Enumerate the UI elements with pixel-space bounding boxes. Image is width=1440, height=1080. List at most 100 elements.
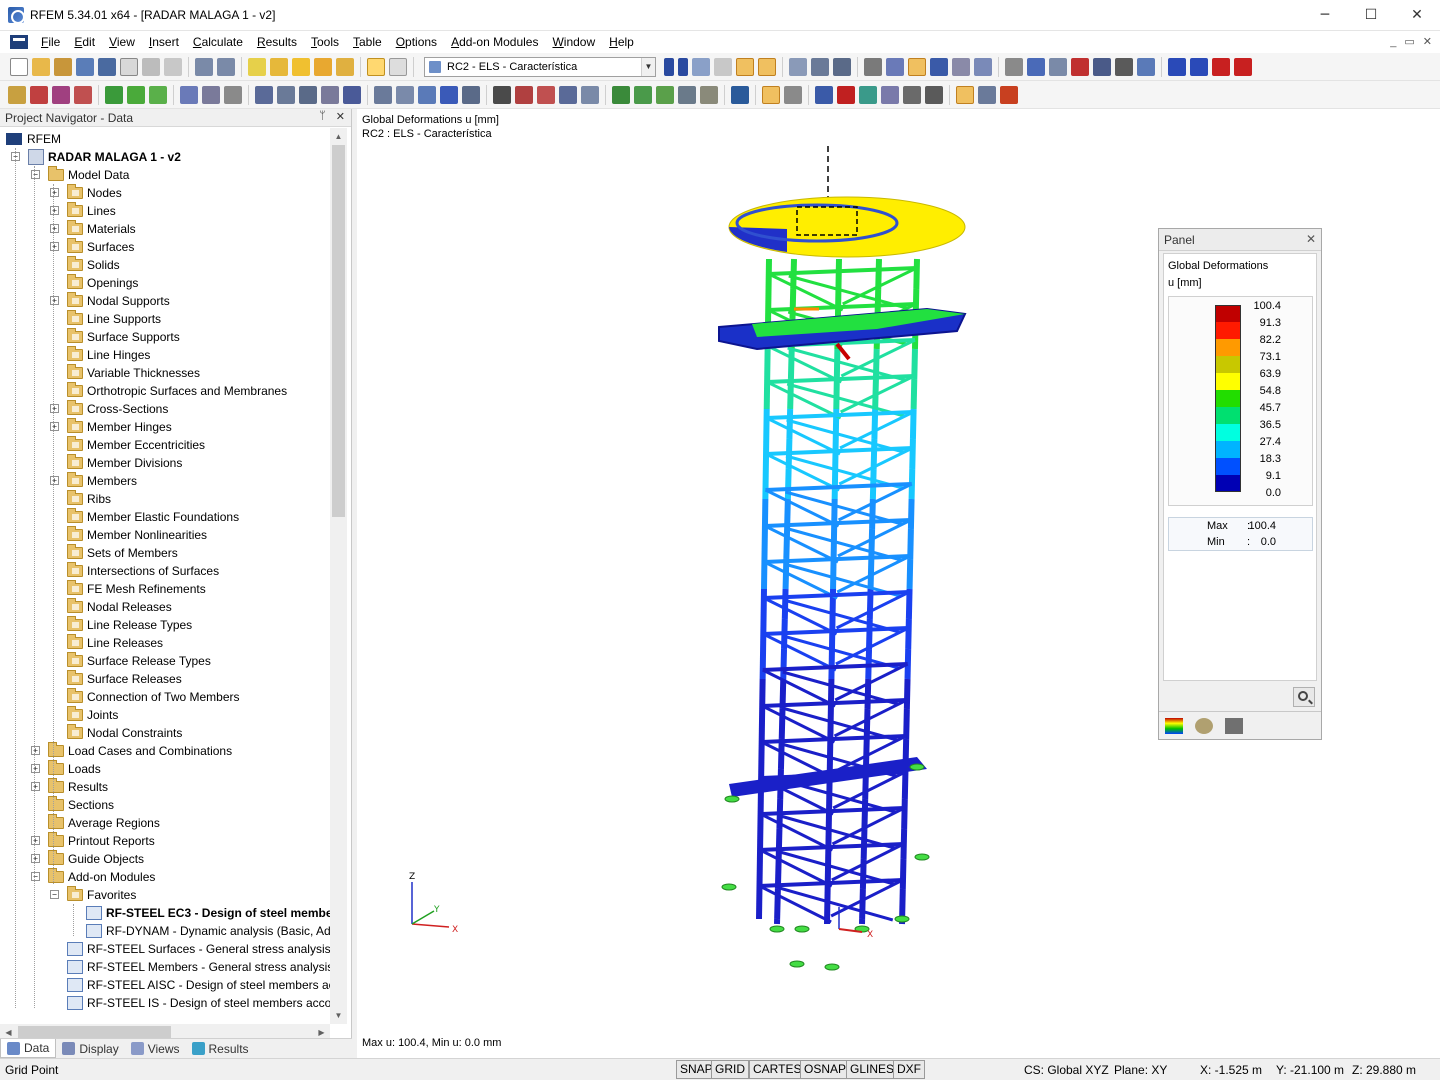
tree-item[interactable]: + Load Cases and Combinations <box>31 742 232 760</box>
menu-results[interactable]: Results <box>250 31 304 53</box>
delete-icon[interactable] <box>1071 57 1089 76</box>
deformation-icon[interactable] <box>736 57 754 76</box>
tree-item[interactable]: − Favorites <box>50 886 136 904</box>
tree-item[interactable]: Line Release Types <box>67 616 192 634</box>
expand-icon[interactable]: + <box>50 422 59 431</box>
tab-display[interactable]: Display <box>56 1039 124 1058</box>
find-icon[interactable] <box>270 57 288 76</box>
expand-icon[interactable]: + <box>50 296 59 305</box>
menu-options[interactable]: Options <box>389 31 444 53</box>
tree-item[interactable]: Joints <box>67 706 118 724</box>
values-icon[interactable] <box>903 85 921 104</box>
menu-file[interactable]: File <box>34 31 67 53</box>
glines-toggle[interactable]: GLINES <box>846 1060 899 1079</box>
filter-icon[interactable] <box>493 85 511 104</box>
tree-item[interactable]: RF-STEEL Members - General stress analys… <box>67 958 330 976</box>
new-line-icon[interactable] <box>30 85 48 104</box>
expand-icon[interactable]: + <box>31 782 40 791</box>
expand-icon[interactable]: + <box>50 188 59 197</box>
table-icon[interactable] <box>925 85 943 104</box>
collapse-icon[interactable]: − <box>31 872 40 881</box>
tree-item[interactable]: + Member Hinges <box>50 418 172 436</box>
display-icon[interactable] <box>255 85 273 104</box>
export-icon[interactable] <box>1168 57 1186 76</box>
next-load-case-icon[interactable] <box>678 57 688 76</box>
undo-icon[interactable] <box>195 57 213 76</box>
view-zoom-all-icon[interactable] <box>908 57 926 76</box>
tree-item[interactable]: Surface Supports <box>67 328 180 346</box>
printout-report-icon[interactable] <box>120 57 138 76</box>
menu-edit[interactable]: Edit <box>67 31 102 53</box>
tree-item[interactable]: + Results <box>31 778 108 796</box>
grid-icon[interactable] <box>462 85 480 104</box>
max-min-icon[interactable] <box>758 57 776 76</box>
tree-item[interactable]: Member Nonlinearities <box>67 526 207 544</box>
zoom-window-icon[interactable] <box>515 85 533 104</box>
new-constraint-icon[interactable] <box>656 85 674 104</box>
result-diagram-icon[interactable] <box>731 85 749 104</box>
color-legend[interactable]: 100.4 91.3 82.2 73.1 63.9 54.8 45.7 36.5 27.4 18.… <box>1168 296 1313 506</box>
tower-frame[interactable] <box>756 258 920 925</box>
tree-item[interactable]: + Lines <box>50 202 116 220</box>
tree-item[interactable]: Solids <box>67 256 120 274</box>
expand-icon[interactable]: + <box>50 224 59 233</box>
new-surface-icon[interactable] <box>74 85 92 104</box>
menu-table[interactable]: Table <box>346 31 389 53</box>
tree-item[interactable]: Orthotropic Surfaces and Membranes <box>67 382 287 400</box>
close-button[interactable]: ✕ <box>1394 0 1440 30</box>
frame-icon[interactable] <box>833 57 851 76</box>
previous-load-case-icon[interactable] <box>664 57 674 76</box>
tree-item[interactable]: RF-STEEL AISC - Design of steel members … <box>67 976 330 994</box>
scroll-down-icon[interactable]: ▼ <box>330 1007 347 1024</box>
pdf-print-icon[interactable] <box>1234 57 1252 76</box>
color-scale-icon[interactable] <box>837 85 855 104</box>
cut-icon[interactable] <box>374 85 392 104</box>
panel-toggle-icon[interactable] <box>956 85 974 104</box>
menu-view[interactable]: View <box>102 31 142 53</box>
tree-item[interactable]: Member Divisions <box>67 454 182 472</box>
properties-icon[interactable] <box>700 85 718 104</box>
tree-item[interactable]: Average Regions <box>48 814 160 832</box>
new-member-icon[interactable] <box>52 85 70 104</box>
tree-item[interactable]: − Add-on Modules <box>31 868 155 886</box>
pin-icon[interactable]: ᛘ <box>319 110 326 123</box>
render-solid-icon[interactable] <box>886 57 904 76</box>
visibility-icon[interactable] <box>321 85 339 104</box>
tree-item[interactable]: + Nodal Supports <box>50 292 170 310</box>
animation-icon[interactable] <box>784 85 802 104</box>
edit-icon[interactable] <box>248 57 266 76</box>
tree-item[interactable]: Member Eccentricities <box>67 436 205 454</box>
tab-results[interactable]: Results <box>186 1039 255 1058</box>
design-icon[interactable] <box>1000 85 1018 104</box>
new-file-icon[interactable] <box>10 57 28 76</box>
tree-item[interactable]: + Surfaces <box>50 238 134 256</box>
copy-icon[interactable] <box>1115 57 1133 76</box>
tree-item[interactable]: Line Releases <box>67 634 163 652</box>
grid-settings-icon[interactable] <box>418 85 436 104</box>
settings-icon[interactable] <box>1137 57 1155 76</box>
vertical-scroll-thumb[interactable] <box>332 145 345 517</box>
new-support-icon[interactable] <box>105 85 123 104</box>
expand-icon[interactable]: + <box>31 746 40 755</box>
tree-item[interactable]: + Guide Objects <box>31 850 144 868</box>
result-values-icon[interactable] <box>714 57 732 76</box>
tree-item[interactable]: Line Supports <box>67 310 161 328</box>
model-view-icon[interactable] <box>789 57 807 76</box>
table-toggle-icon[interactable] <box>389 57 407 76</box>
tree-item[interactable]: Variable Thicknesses <box>67 364 200 382</box>
expand-icon[interactable]: + <box>50 242 59 251</box>
tree-item[interactable]: + Materials <box>50 220 136 238</box>
section-icon[interactable] <box>815 85 833 104</box>
tab-data[interactable]: Data <box>0 1039 57 1058</box>
tree-item[interactable]: Surface Releases <box>67 670 182 688</box>
tree-item[interactable]: Openings <box>67 274 138 292</box>
tree-item[interactable]: RF-STEEL Surfaces - General stress analy… <box>67 940 330 958</box>
tree-item[interactable]: + Loads <box>31 760 101 778</box>
view-x-icon[interactable] <box>952 57 970 76</box>
smooth-icon[interactable] <box>859 85 877 104</box>
tree-item[interactable]: RF-STEEL IS - Design of steel members ac… <box>67 994 330 1012</box>
view-3d-icon[interactable] <box>559 85 577 104</box>
new-surface-load-icon[interactable] <box>224 85 242 104</box>
redo-icon[interactable] <box>217 57 235 76</box>
navigator-close-icon[interactable]: ✕ <box>336 110 345 123</box>
